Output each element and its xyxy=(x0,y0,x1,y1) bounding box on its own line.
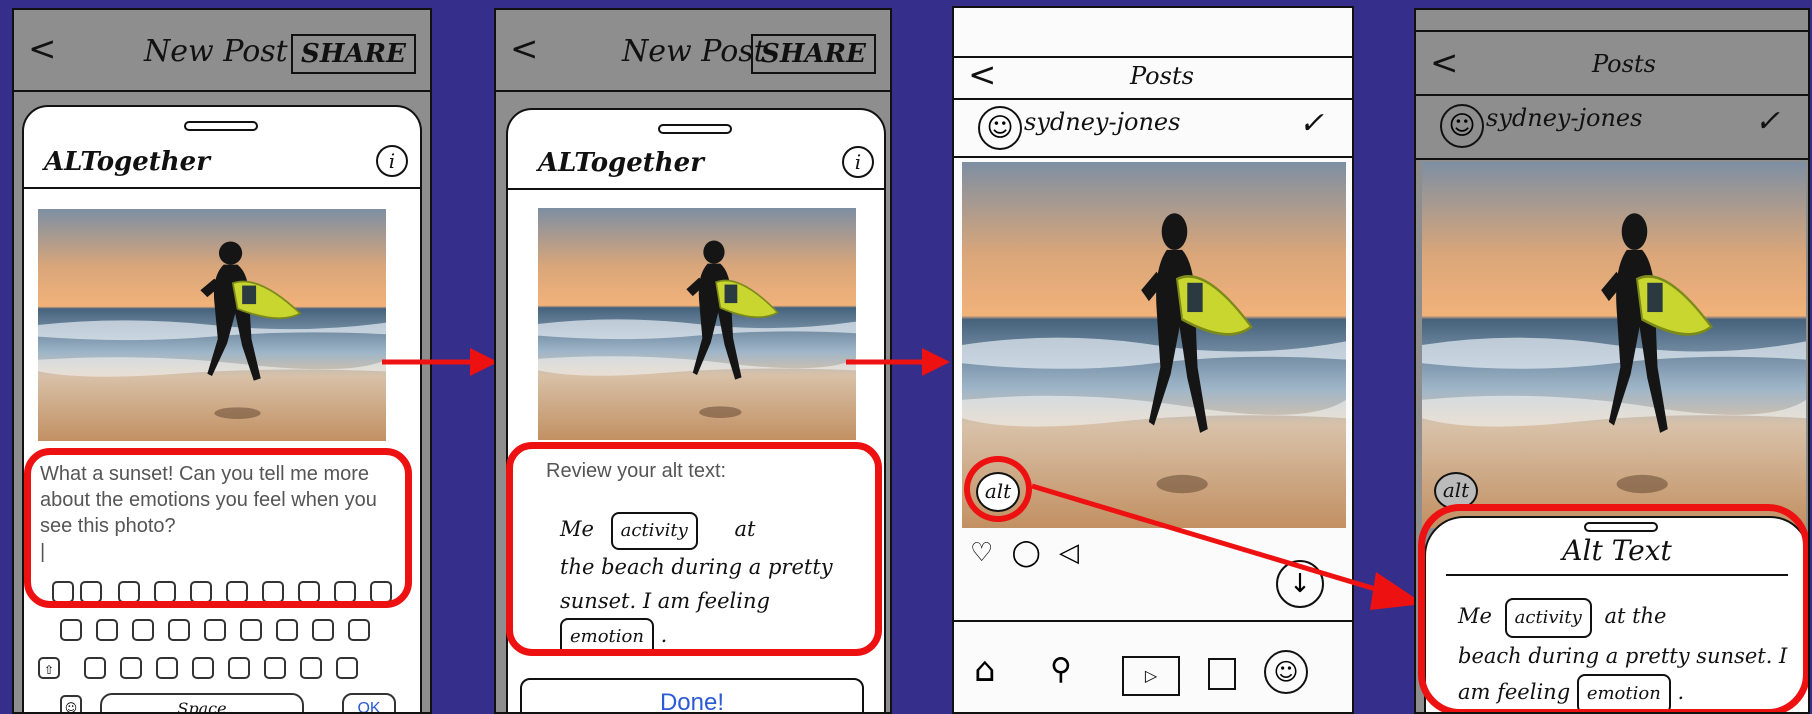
flow-arrow xyxy=(382,348,498,376)
app-brand: ALTogether xyxy=(538,148,704,178)
top-bar: < New Post SHARE xyxy=(496,10,890,92)
info-icon[interactable]: i xyxy=(842,146,874,178)
screen-posts-alt: < Posts ☺ sydney-jones ✓ alt Alt Text Me… xyxy=(1414,8,1810,714)
prompt-highlight xyxy=(24,448,412,608)
key[interactable] xyxy=(192,657,214,679)
post-photo xyxy=(1422,162,1806,528)
divider xyxy=(24,187,420,189)
key[interactable] xyxy=(348,619,370,641)
flow-arrow xyxy=(1031,483,1424,610)
key[interactable] xyxy=(300,657,322,679)
key[interactable] xyxy=(168,619,190,641)
key[interactable] xyxy=(312,619,334,641)
info-icon[interactable]: i xyxy=(376,145,408,177)
page-title: New Post xyxy=(144,34,288,69)
review-highlight xyxy=(506,442,882,656)
back-icon[interactable]: < xyxy=(510,32,539,66)
alt-sheet-highlight xyxy=(1418,504,1808,712)
ok-key[interactable]: OK xyxy=(342,693,396,712)
bottom-nav: ⌂ ⚲ ▷ ☺ xyxy=(954,620,1352,712)
search-icon[interactable]: ⚲ xyxy=(1050,652,1072,687)
key[interactable] xyxy=(132,619,154,641)
key[interactable] xyxy=(84,657,106,679)
key[interactable] xyxy=(228,657,250,679)
page-title: Posts xyxy=(1592,50,1656,78)
check-icon[interactable]: ✓ xyxy=(1299,106,1324,141)
reels-icon[interactable]: ▷ xyxy=(1122,656,1180,696)
page-title: Posts xyxy=(1130,62,1194,90)
screen-new-post-review: < New Post SHARE ALTogether i Review you… xyxy=(494,8,892,714)
avatar[interactable]: ☺ xyxy=(1440,104,1484,148)
emoji-key[interactable]: ☺ xyxy=(60,695,82,712)
heart-icon[interactable]: ♡ xyxy=(970,538,993,568)
app-brand: ALTogether xyxy=(44,147,210,177)
profile-icon[interactable]: ☺ xyxy=(1264,650,1308,694)
top-bar: < New Post SHARE xyxy=(14,10,430,92)
divider xyxy=(508,188,884,190)
username[interactable]: sydney-jones xyxy=(1486,104,1642,132)
altogether-sheet: ALTogether i What a sunset! Can you tell… xyxy=(22,105,422,712)
post-header: ☺ sydney-jones ✓ xyxy=(1416,94,1808,160)
key[interactable] xyxy=(96,619,118,641)
done-button[interactable]: Done! xyxy=(520,678,864,712)
key[interactable] xyxy=(60,619,82,641)
key[interactable] xyxy=(240,619,262,641)
key[interactable] xyxy=(276,619,298,641)
back-icon[interactable]: < xyxy=(968,58,997,92)
back-icon[interactable]: < xyxy=(1430,46,1459,80)
share-button[interactable]: SHARE xyxy=(291,34,416,74)
top-bar: < Posts xyxy=(1416,30,1808,96)
key[interactable] xyxy=(204,619,226,641)
beach-photo xyxy=(38,209,386,441)
avatar[interactable]: ☺ xyxy=(978,106,1022,150)
top-bar: < Posts xyxy=(954,56,1352,100)
flow-arrow xyxy=(846,348,950,376)
shop-icon[interactable] xyxy=(1208,658,1236,690)
sheet-handle[interactable] xyxy=(184,121,258,131)
username[interactable]: sydney-jones xyxy=(1024,108,1180,136)
share-button[interactable]: SHARE xyxy=(751,34,876,74)
check-icon[interactable]: ✓ xyxy=(1755,104,1780,139)
sheet-handle[interactable] xyxy=(658,124,732,134)
home-icon[interactable]: ⌂ xyxy=(974,650,996,690)
key[interactable] xyxy=(120,657,142,679)
screen-new-post-prompt: < New Post SHARE ALTogether i What a sun… xyxy=(12,8,432,714)
beach-photo xyxy=(538,208,856,440)
key[interactable] xyxy=(336,657,358,679)
post-header: ☺ sydney-jones ✓ xyxy=(954,100,1352,158)
key[interactable] xyxy=(264,657,286,679)
shift-key[interactable]: ⇧ xyxy=(38,657,60,679)
key[interactable] xyxy=(156,657,178,679)
space-key[interactable]: Space xyxy=(100,693,304,712)
page-title: New Post xyxy=(622,34,766,69)
back-icon[interactable]: < xyxy=(28,32,57,66)
